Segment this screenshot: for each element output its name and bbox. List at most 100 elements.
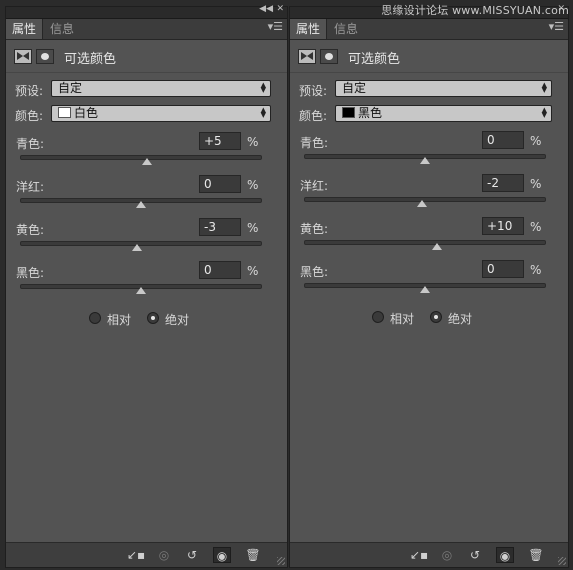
- select-arrows-icon: ▲ ▼: [541, 106, 547, 119]
- colors-select[interactable]: 白色 ▲ ▼: [51, 105, 271, 122]
- cyan-slider-track[interactable]: [20, 155, 262, 160]
- colors-select[interactable]: 黑色 ▲ ▼: [335, 105, 552, 122]
- colors-value: 白色: [74, 106, 99, 120]
- panel-footer: ↙▪ ◎ ↺ ◉ 🗑: [6, 542, 287, 567]
- magenta-slider-thumb[interactable]: [136, 201, 146, 208]
- trash-icon[interactable]: 🗑: [244, 547, 262, 563]
- clip-to-layer-icon[interactable]: ↙▪: [410, 547, 428, 563]
- colors-label: 颜色:: [299, 109, 328, 123]
- radio-absolute[interactable]: [147, 312, 159, 324]
- radio-relative[interactable]: [89, 312, 101, 324]
- colors-value: 黑色: [358, 106, 383, 120]
- color-swatch: [342, 107, 355, 118]
- adjustment-layer-icon[interactable]: [14, 49, 32, 64]
- panel-tabbar: 属性 信息 ▾☰: [290, 19, 568, 40]
- yellow-input[interactable]: -3: [199, 218, 241, 236]
- collapse-icon[interactable]: ◀◀: [259, 4, 273, 14]
- close-icon[interactable]: ✕: [276, 4, 284, 14]
- select-arrows-icon: ▲ ▼: [541, 81, 547, 94]
- properties-panel-white: ◀◀ ✕ 属性 信息 ▾☰ 可选颜色 预设: 自定 ▲ ▼ 颜色: 白色 ▲ ▼ 青…: [5, 4, 288, 568]
- view-previous-state-icon[interactable]: ◎: [438, 547, 456, 563]
- cyan-input[interactable]: +5: [199, 132, 241, 150]
- panel-footer: ↙▪ ◎ ↺ ◉ 🗑: [290, 542, 568, 567]
- cyan-slider-thumb[interactable]: [142, 158, 152, 165]
- reset-icon[interactable]: ↺: [466, 547, 484, 563]
- preset-label: 预设:: [15, 84, 44, 98]
- percent-label: %: [530, 177, 542, 191]
- radio-relative[interactable]: [372, 311, 384, 323]
- radio-relative-label: 相对: [107, 313, 132, 327]
- cyan-input[interactable]: 0: [482, 131, 524, 149]
- yellow-slider-track[interactable]: [304, 240, 546, 245]
- preset-value: 自定: [342, 81, 367, 95]
- slider-label-black: 黑色:: [16, 266, 45, 280]
- slider-label-yellow: 黄色:: [300, 222, 329, 236]
- reset-icon[interactable]: ↺: [183, 547, 201, 563]
- panel-menu-icon[interactable]: ▾☰: [549, 20, 564, 33]
- trash-icon[interactable]: 🗑: [527, 547, 545, 563]
- slider-label-yellow: 黄色:: [16, 223, 45, 237]
- panel-header: 可选颜色: [290, 40, 568, 73]
- preset-select[interactable]: 自定 ▲ ▼: [51, 80, 271, 97]
- radio-absolute-label: 绝对: [165, 313, 190, 327]
- method-row: 相对 绝对: [290, 309, 568, 327]
- black-input[interactable]: 0: [482, 260, 524, 278]
- cyan-slider-thumb[interactable]: [420, 157, 430, 164]
- percent-label: %: [247, 178, 259, 192]
- black-slider-thumb[interactable]: [136, 287, 146, 294]
- adjustment-layer-icon[interactable]: [298, 49, 316, 64]
- percent-label: %: [247, 221, 259, 235]
- slider-label-black: 黑色:: [300, 265, 329, 279]
- yellow-slider-thumb[interactable]: [432, 243, 442, 250]
- magenta-slider-thumb[interactable]: [417, 200, 427, 207]
- resize-grip-icon[interactable]: [558, 557, 566, 565]
- preset-row: 预设: 自定 ▲ ▼: [290, 79, 568, 101]
- tab-info[interactable]: 信息: [44, 19, 80, 39]
- slider-label-magenta: 洋红:: [16, 180, 45, 194]
- panel-header: 可选颜色: [6, 40, 287, 73]
- percent-label: %: [247, 264, 259, 278]
- clip-to-layer-icon[interactable]: ↙▪: [127, 547, 145, 563]
- layer-mask-icon[interactable]: [36, 49, 54, 64]
- black-input[interactable]: 0: [199, 261, 241, 279]
- properties-panel-black: ✕ 属性 信息 ▾☰ 可选颜色 预设: 自定 ▲ ▼ 颜色: 黑色 ▲ ▼ 青色: …: [289, 4, 569, 568]
- watermark: 思缘设计论坛 www.MISSYUAN.com: [381, 4, 569, 17]
- percent-label: %: [530, 220, 542, 234]
- select-arrows-icon: ▲ ▼: [260, 106, 266, 119]
- percent-label: %: [530, 263, 542, 277]
- view-previous-state-icon[interactable]: ◎: [155, 547, 173, 563]
- resize-grip-icon[interactable]: [277, 557, 285, 565]
- visibility-eye-icon[interactable]: ◉: [496, 547, 514, 563]
- colors-row: 颜色: 白色 ▲ ▼: [6, 104, 287, 126]
- colors-label: 颜色:: [15, 109, 44, 123]
- radio-relative-label: 相对: [390, 312, 415, 326]
- select-arrows-icon: ▲ ▼: [260, 81, 266, 94]
- panel-tabbar: 属性 信息 ▾☰: [6, 19, 287, 40]
- panel-titlebar: ◀◀ ✕: [6, 4, 287, 19]
- preset-label: 预设:: [299, 84, 328, 98]
- radio-absolute-label: 绝对: [448, 312, 473, 326]
- layer-mask-icon[interactable]: [320, 49, 338, 64]
- color-swatch: [58, 107, 71, 118]
- magenta-input[interactable]: -2: [482, 174, 524, 192]
- magenta-input[interactable]: 0: [199, 175, 241, 193]
- colors-row: 颜色: 黑色 ▲ ▼: [290, 104, 568, 126]
- tab-properties[interactable]: 属性: [6, 19, 44, 39]
- panel-menu-icon[interactable]: ▾☰: [268, 20, 283, 33]
- visibility-eye-icon[interactable]: ◉: [213, 547, 231, 563]
- radio-absolute[interactable]: [430, 311, 442, 323]
- preset-value: 自定: [58, 81, 83, 95]
- slider-label-cyan: 青色:: [16, 137, 45, 151]
- preset-row: 预设: 自定 ▲ ▼: [6, 79, 287, 101]
- slider-label-magenta: 洋红:: [300, 179, 329, 193]
- yellow-slider-thumb[interactable]: [132, 244, 142, 251]
- slider-label-cyan: 青色:: [300, 136, 329, 150]
- tab-info[interactable]: 信息: [328, 19, 364, 39]
- method-row: 相对 绝对: [6, 310, 287, 328]
- black-slider-thumb[interactable]: [420, 286, 430, 293]
- percent-label: %: [247, 135, 259, 149]
- yellow-input[interactable]: +10: [482, 217, 524, 235]
- panel-title: 可选颜色: [348, 52, 401, 67]
- tab-properties[interactable]: 属性: [290, 19, 328, 39]
- preset-select[interactable]: 自定 ▲ ▼: [335, 80, 552, 97]
